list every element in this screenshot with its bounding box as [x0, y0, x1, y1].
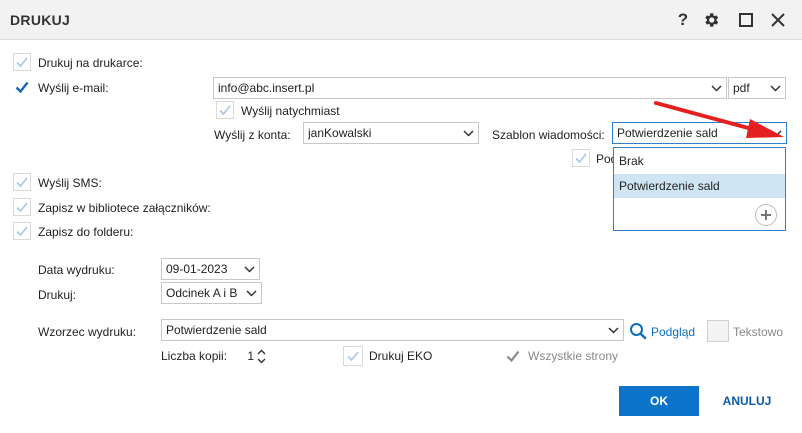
print-printer-label: Drukuj na drukarce: — [38, 56, 143, 70]
chevron-down-icon — [241, 289, 261, 297]
template-dropdown-panel: Brak Potwierdzenie sald — [613, 147, 786, 231]
print-mode-select[interactable]: Odcinek A i B — [161, 282, 262, 304]
email-address-select[interactable]: info@abc.insert.pl — [213, 77, 727, 99]
title-bar: DRUKUJ ? — [0, 0, 802, 40]
eko-label: Drukuj EKO — [369, 349, 433, 363]
send-sms-checkbox[interactable] — [13, 173, 31, 191]
send-now-label: Wyślij natychmiast — [241, 104, 340, 118]
chevron-down-icon[interactable] — [257, 358, 266, 364]
check-icon — [575, 153, 587, 164]
cancel-button[interactable]: ANULUJ — [712, 386, 782, 416]
check-icon — [16, 57, 28, 68]
print-mode-value: Odcinek A i B — [166, 286, 238, 300]
print-date-value: 09-01-2023 — [166, 262, 228, 276]
account-select[interactable]: janKowalski — [303, 122, 479, 144]
print-printer-checkbox[interactable] — [13, 53, 31, 71]
send-now-checkbox[interactable] — [216, 101, 234, 119]
send-email-label: Wyślij e-mail: — [38, 81, 109, 95]
preview-link[interactable]: Podgląd — [651, 325, 695, 339]
annotation-arrow-icon — [654, 101, 784, 138]
add-circle-icon[interactable] — [755, 204, 777, 226]
copies-label: Liczba kopii: — [161, 349, 228, 363]
check-icon — [347, 351, 359, 362]
save-library-label: Zapisz w bibliotece załączników: — [38, 201, 211, 215]
print-pattern-label: Wzorzec wydruku: — [38, 325, 137, 339]
account-label: Wyślij z konta: — [214, 128, 291, 142]
copies-stepper[interactable]: 1 — [233, 345, 275, 367]
save-library-checkbox[interactable] — [13, 198, 31, 216]
ok-button[interactable]: OK — [619, 386, 699, 416]
all-pages-label: Wszystkie strony — [528, 349, 619, 363]
gear-icon[interactable] — [699, 8, 723, 32]
account-value: janKowalski — [308, 126, 372, 140]
check-icon — [219, 105, 231, 116]
eko-checkbox[interactable] — [343, 346, 363, 366]
check-icon — [15, 81, 29, 94]
chevron-down-icon — [603, 326, 623, 334]
check-icon — [506, 350, 520, 363]
chevron-down-icon — [239, 265, 259, 273]
email-format-select[interactable]: pdf — [728, 77, 786, 99]
print-pattern-select[interactable]: Potwierdzenie sald — [161, 319, 624, 341]
help-icon[interactable]: ? — [671, 8, 695, 32]
chevron-up-icon[interactable] — [257, 349, 266, 355]
email-format-value: pdf — [733, 81, 750, 95]
dropdown-item-brak[interactable]: Brak — [614, 149, 785, 173]
chevron-down-icon — [706, 84, 726, 92]
copies-value: 1 — [247, 349, 254, 363]
maximize-icon[interactable] — [734, 8, 758, 32]
print-pattern-value: Potwierdzenie sald — [166, 323, 267, 337]
save-folder-label: Zapisz do folderu: — [38, 225, 134, 239]
close-icon[interactable] — [766, 8, 790, 32]
dropdown-item-potwierdzenie-sald[interactable]: Potwierdzenie sald — [614, 174, 785, 198]
print-mode-label: Drukuj: — [38, 288, 77, 302]
text-mode-checkbox[interactable] — [707, 320, 729, 342]
chevron-down-icon — [765, 84, 785, 92]
chevron-down-icon — [458, 129, 478, 137]
print-date-select[interactable]: 09-01-2023 — [161, 258, 260, 280]
check-icon — [16, 177, 28, 188]
text-mode-label: Tekstowo — [733, 325, 784, 339]
send-email-checkbox[interactable] — [13, 78, 31, 96]
print-date-label: Data wydruku: — [38, 263, 115, 277]
window-title: DRUKUJ — [10, 12, 71, 28]
save-folder-checkbox[interactable] — [13, 222, 31, 240]
template-label: Szablon wiadomości: — [492, 128, 605, 142]
check-icon — [16, 226, 28, 237]
all-pages-checkbox[interactable] — [503, 346, 523, 366]
email-address-value: info@abc.insert.pl — [218, 81, 315, 95]
partial-checkbox[interactable] — [572, 149, 590, 167]
check-icon — [16, 202, 28, 213]
preview-search-icon[interactable] — [629, 322, 647, 340]
send-sms-label: Wyślij SMS: — [38, 176, 102, 190]
